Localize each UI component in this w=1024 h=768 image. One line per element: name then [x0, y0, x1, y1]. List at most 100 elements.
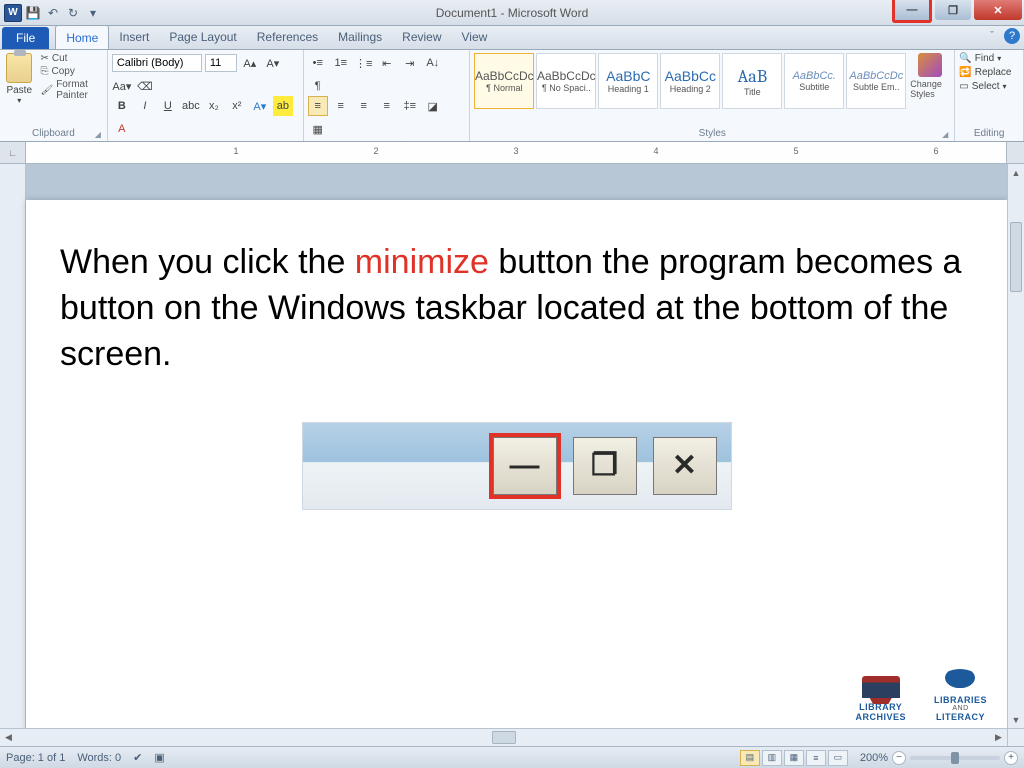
- align-left-button[interactable]: ≡: [308, 96, 328, 116]
- vertical-ruler[interactable]: [0, 164, 26, 728]
- tab-selector[interactable]: ∟: [0, 142, 26, 163]
- clear-format-button[interactable]: ⌫: [135, 76, 155, 96]
- status-words[interactable]: Words: 0: [77, 752, 121, 764]
- scroll-right-icon[interactable]: ▶: [990, 729, 1007, 746]
- font-name-select[interactable]: [112, 54, 202, 72]
- dialog-launcher-icon[interactable]: ◢: [942, 130, 948, 139]
- word-app-icon[interactable]: W: [4, 4, 22, 22]
- macro-icon[interactable]: ▣: [154, 751, 164, 764]
- strikethrough-button[interactable]: abc: [181, 96, 201, 116]
- font-size-select[interactable]: [205, 54, 237, 72]
- replace-button[interactable]: 🔁Replace: [959, 67, 1011, 78]
- style-card[interactable]: AaBbCcHeading 2: [660, 53, 720, 109]
- document-body[interactable]: When you click the minimize button the p…: [26, 200, 1007, 398]
- align-center-button[interactable]: ≡: [331, 96, 351, 116]
- tab-home[interactable]: Home: [55, 25, 109, 49]
- show-marks-button[interactable]: ¶: [308, 76, 328, 96]
- style-card[interactable]: AaBTitle: [722, 53, 782, 109]
- style-card[interactable]: AaBbCcDcSubtle Em..: [846, 53, 906, 109]
- subscript-button[interactable]: x₂: [204, 96, 224, 116]
- qat-customize-icon[interactable]: ▾: [84, 4, 102, 22]
- bullets-button[interactable]: •≡: [308, 53, 328, 73]
- tab-insert[interactable]: Insert: [109, 25, 159, 49]
- bold-button[interactable]: B: [112, 96, 132, 116]
- style-card[interactable]: AaBbCcDc¶ No Spaci..: [536, 53, 596, 109]
- tab-references[interactable]: References: [247, 25, 328, 49]
- zoom-out-button[interactable]: −: [892, 751, 906, 765]
- shading-button[interactable]: ◪: [423, 96, 443, 116]
- full-screen-view-button[interactable]: ▥: [762, 750, 782, 766]
- document-area: When you click the minimize button the p…: [0, 164, 1024, 746]
- find-button[interactable]: 🔍Find ▾: [959, 53, 1001, 64]
- select-button[interactable]: ▭Select ▾: [959, 81, 1006, 92]
- shrink-font-button[interactable]: A▾: [263, 53, 283, 73]
- increase-indent-button[interactable]: ⇥: [400, 53, 420, 73]
- style-card[interactable]: AaBbCcDc¶ Normal: [474, 53, 534, 109]
- dialog-launcher-icon[interactable]: ◢: [95, 130, 101, 139]
- horizontal-scrollbar[interactable]: ◀ ▶: [0, 728, 1007, 746]
- print-layout-view-button[interactable]: ▤: [740, 750, 760, 766]
- line-spacing-button[interactable]: ‡≡: [400, 96, 420, 116]
- decrease-indent-button[interactable]: ⇤: [377, 53, 397, 73]
- zoom-slider[interactable]: [910, 756, 1000, 760]
- multilevel-button[interactable]: ⋮≡: [354, 53, 374, 73]
- sort-button[interactable]: A↓: [423, 53, 443, 73]
- grow-font-button[interactable]: A▴: [240, 53, 260, 73]
- minimize-button[interactable]: —: [892, 0, 932, 23]
- draft-view-button[interactable]: ▭: [828, 750, 848, 766]
- window-title: Document1 - Microsoft Word: [0, 6, 1024, 20]
- vertical-scrollbar[interactable]: ▲ ▼: [1007, 164, 1024, 728]
- font-color-button[interactable]: A: [112, 119, 132, 139]
- group-paragraph: •≡ 1≡ ⋮≡ ⇤ ⇥ A↓ ¶ ≡ ≡ ≡ ≡ ‡≡ ◪ ▦ Paragra…: [304, 50, 471, 141]
- scroll-down-icon[interactable]: ▼: [1008, 711, 1024, 728]
- paste-button[interactable]: Paste ▾: [4, 53, 34, 117]
- scroll-thumb[interactable]: [1010, 222, 1022, 292]
- tab-page-layout[interactable]: Page Layout: [159, 25, 246, 49]
- ruler-number: 1: [233, 146, 238, 156]
- zoom-in-button[interactable]: +: [1004, 751, 1018, 765]
- style-card[interactable]: AaBbCHeading 1: [598, 53, 658, 109]
- close-button[interactable]: ✕: [974, 0, 1022, 20]
- quick-access-toolbar: W 💾 ↶ ↻ ▾: [0, 4, 106, 22]
- web-view-button[interactable]: ▦: [784, 750, 804, 766]
- status-page[interactable]: Page: 1 of 1: [6, 752, 65, 764]
- format-painter-button[interactable]: 🖌Format Painter: [40, 79, 102, 101]
- replace-icon: 🔁: [959, 67, 971, 78]
- maximize-button[interactable]: ❐: [935, 0, 971, 20]
- zoom-level[interactable]: 200%: [860, 752, 888, 764]
- numbering-button[interactable]: 1≡: [331, 53, 351, 73]
- change-styles-icon: [918, 53, 942, 77]
- text-effects-button[interactable]: A▾: [250, 96, 270, 116]
- justify-button[interactable]: ≡: [377, 96, 397, 116]
- borders-button[interactable]: ▦: [308, 119, 328, 139]
- tab-review[interactable]: Review: [392, 25, 451, 49]
- horizontal-ruler[interactable]: ∟ 123456: [0, 142, 1024, 164]
- redo-icon[interactable]: ↻: [64, 4, 82, 22]
- style-name: Heading 2: [670, 84, 711, 94]
- tab-mailings[interactable]: Mailings: [328, 25, 392, 49]
- proofing-icon[interactable]: ✔: [133, 751, 142, 764]
- style-card[interactable]: AaBbCc.Subtitle: [784, 53, 844, 109]
- scroll-left-icon[interactable]: ◀: [0, 729, 17, 746]
- file-tab[interactable]: File: [2, 27, 49, 49]
- save-icon[interactable]: 💾: [24, 4, 42, 22]
- italic-button[interactable]: I: [135, 96, 155, 116]
- underline-button[interactable]: U: [158, 96, 178, 116]
- undo-icon[interactable]: ↶: [44, 4, 62, 22]
- scroll-thumb[interactable]: [492, 731, 516, 744]
- scroll-up-icon[interactable]: ▲: [1008, 164, 1024, 181]
- change-styles-button[interactable]: Change Styles: [910, 53, 950, 117]
- help-icon[interactable]: ?: [1004, 28, 1020, 44]
- outline-view-button[interactable]: ≡: [806, 750, 826, 766]
- tab-view[interactable]: View: [452, 25, 498, 49]
- cut-button[interactable]: ✂Cut: [40, 53, 102, 64]
- styles-gallery[interactable]: AaBbCcDc¶ NormalAaBbCcDc¶ No Spaci..AaBb…: [474, 53, 906, 109]
- superscript-button[interactable]: x²: [227, 96, 247, 116]
- ruler-toggle[interactable]: [1006, 142, 1024, 163]
- page[interactable]: When you click the minimize button the p…: [26, 200, 1007, 730]
- copy-button[interactable]: ⎘Copy: [40, 66, 102, 77]
- align-right-button[interactable]: ≡: [354, 96, 374, 116]
- highlight-button[interactable]: ab: [273, 96, 293, 116]
- change-case-button[interactable]: Aa▾: [112, 76, 132, 96]
- ribbon-minimize-icon[interactable]: ˇ: [984, 28, 1000, 44]
